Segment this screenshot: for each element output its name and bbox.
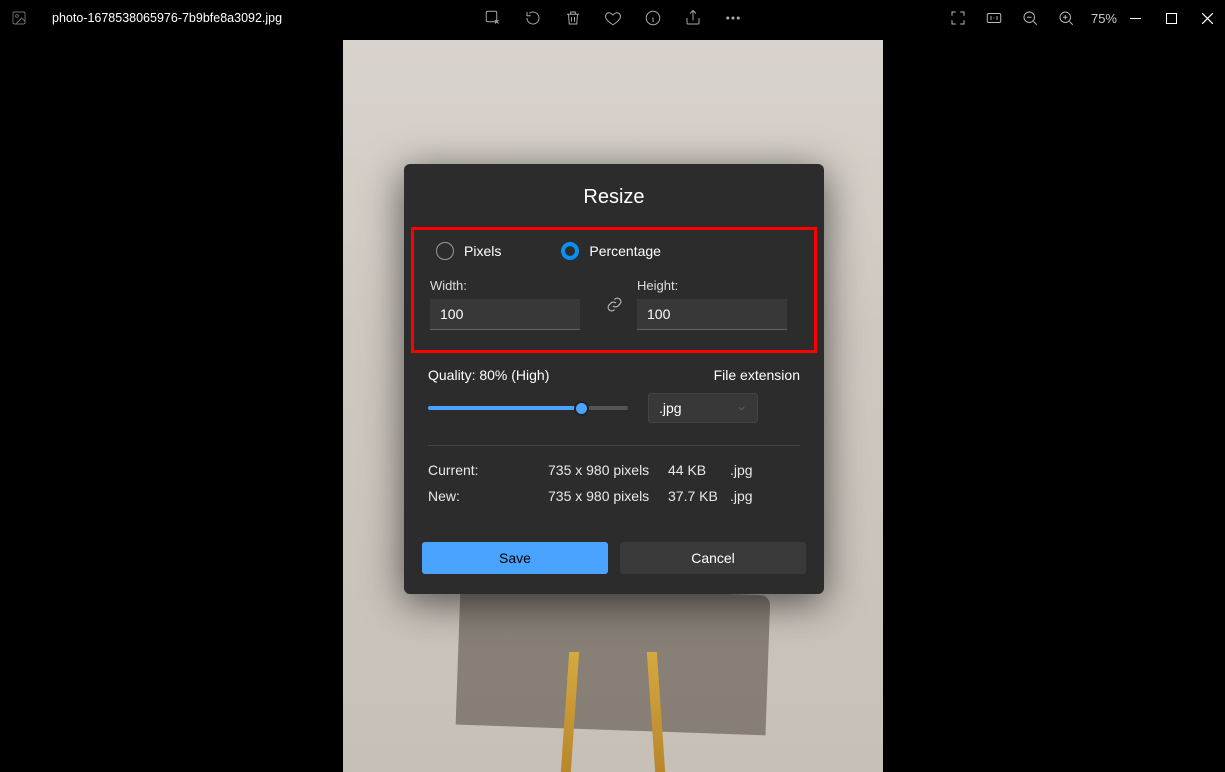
maximize-button[interactable]	[1153, 0, 1189, 36]
current-label: Current:	[428, 462, 548, 478]
cancel-button[interactable]: Cancel	[620, 542, 806, 574]
zoom-out-icon[interactable]	[1021, 9, 1039, 27]
actual-size-icon[interactable]	[985, 9, 1003, 27]
radio-checked-icon	[561, 242, 579, 260]
titlebar: photo-1678538065976-7b9bfe8a3092.jpg 75%	[0, 0, 1225, 36]
zoom-in-icon[interactable]	[1057, 9, 1075, 27]
new-label: New:	[428, 488, 548, 504]
new-filesize: 37.7 KB	[668, 488, 730, 504]
toolbar-right: 75%	[949, 9, 1117, 27]
edit-image-icon[interactable]	[484, 9, 502, 27]
height-label: Height:	[637, 278, 798, 293]
app-icon	[4, 3, 34, 33]
dialog-title: Resize	[404, 186, 824, 209]
save-button[interactable]: Save	[422, 542, 608, 574]
quality-slider[interactable]	[428, 396, 628, 420]
close-button[interactable]	[1189, 0, 1225, 36]
width-input[interactable]	[430, 299, 580, 330]
chevron-down-icon	[736, 403, 747, 414]
radio-unchecked-icon	[436, 242, 454, 260]
unit-radio-group: Pixels Percentage	[430, 242, 798, 260]
width-label: Width:	[430, 278, 591, 293]
file-extension-label: File extension	[714, 367, 800, 383]
radio-percentage-label: Percentage	[589, 243, 661, 259]
radio-pixels-label: Pixels	[464, 243, 501, 259]
current-dimensions: 735 x 980 pixels	[548, 462, 668, 478]
height-input[interactable]	[637, 299, 787, 330]
new-ext: .jpg	[730, 488, 770, 504]
share-icon[interactable]	[684, 9, 702, 27]
file-extension-value: .jpg	[659, 400, 682, 416]
rotate-icon[interactable]	[524, 9, 542, 27]
radio-percentage[interactable]: Percentage	[561, 242, 661, 260]
radio-pixels[interactable]: Pixels	[436, 242, 501, 260]
size-info: Current: 735 x 980 pixels 44 KB .jpg New…	[404, 446, 824, 504]
toolbar-center	[484, 9, 742, 27]
quality-label: Quality: 80% (High)	[428, 367, 549, 383]
resize-dialog: Resize Pixels Percentage Width: Height:	[404, 164, 824, 594]
zoom-level: 75%	[1091, 11, 1117, 26]
favorite-icon[interactable]	[604, 9, 622, 27]
current-filesize: 44 KB	[668, 462, 730, 478]
window-controls	[1117, 0, 1225, 36]
file-extension-select[interactable]: .jpg	[648, 393, 758, 423]
info-icon[interactable]	[644, 9, 662, 27]
minimize-button[interactable]	[1117, 0, 1153, 36]
highlighted-region: Pixels Percentage Width: Height:	[411, 227, 817, 353]
ladder-graphic	[553, 652, 673, 772]
more-icon[interactable]	[724, 9, 742, 27]
link-dimensions-icon[interactable]	[603, 296, 625, 313]
filename: photo-1678538065976-7b9bfe8a3092.jpg	[52, 11, 282, 25]
current-ext: .jpg	[730, 462, 770, 478]
new-dimensions: 735 x 980 pixels	[548, 488, 668, 504]
delete-icon[interactable]	[564, 9, 582, 27]
fullscreen-icon[interactable]	[949, 9, 967, 27]
